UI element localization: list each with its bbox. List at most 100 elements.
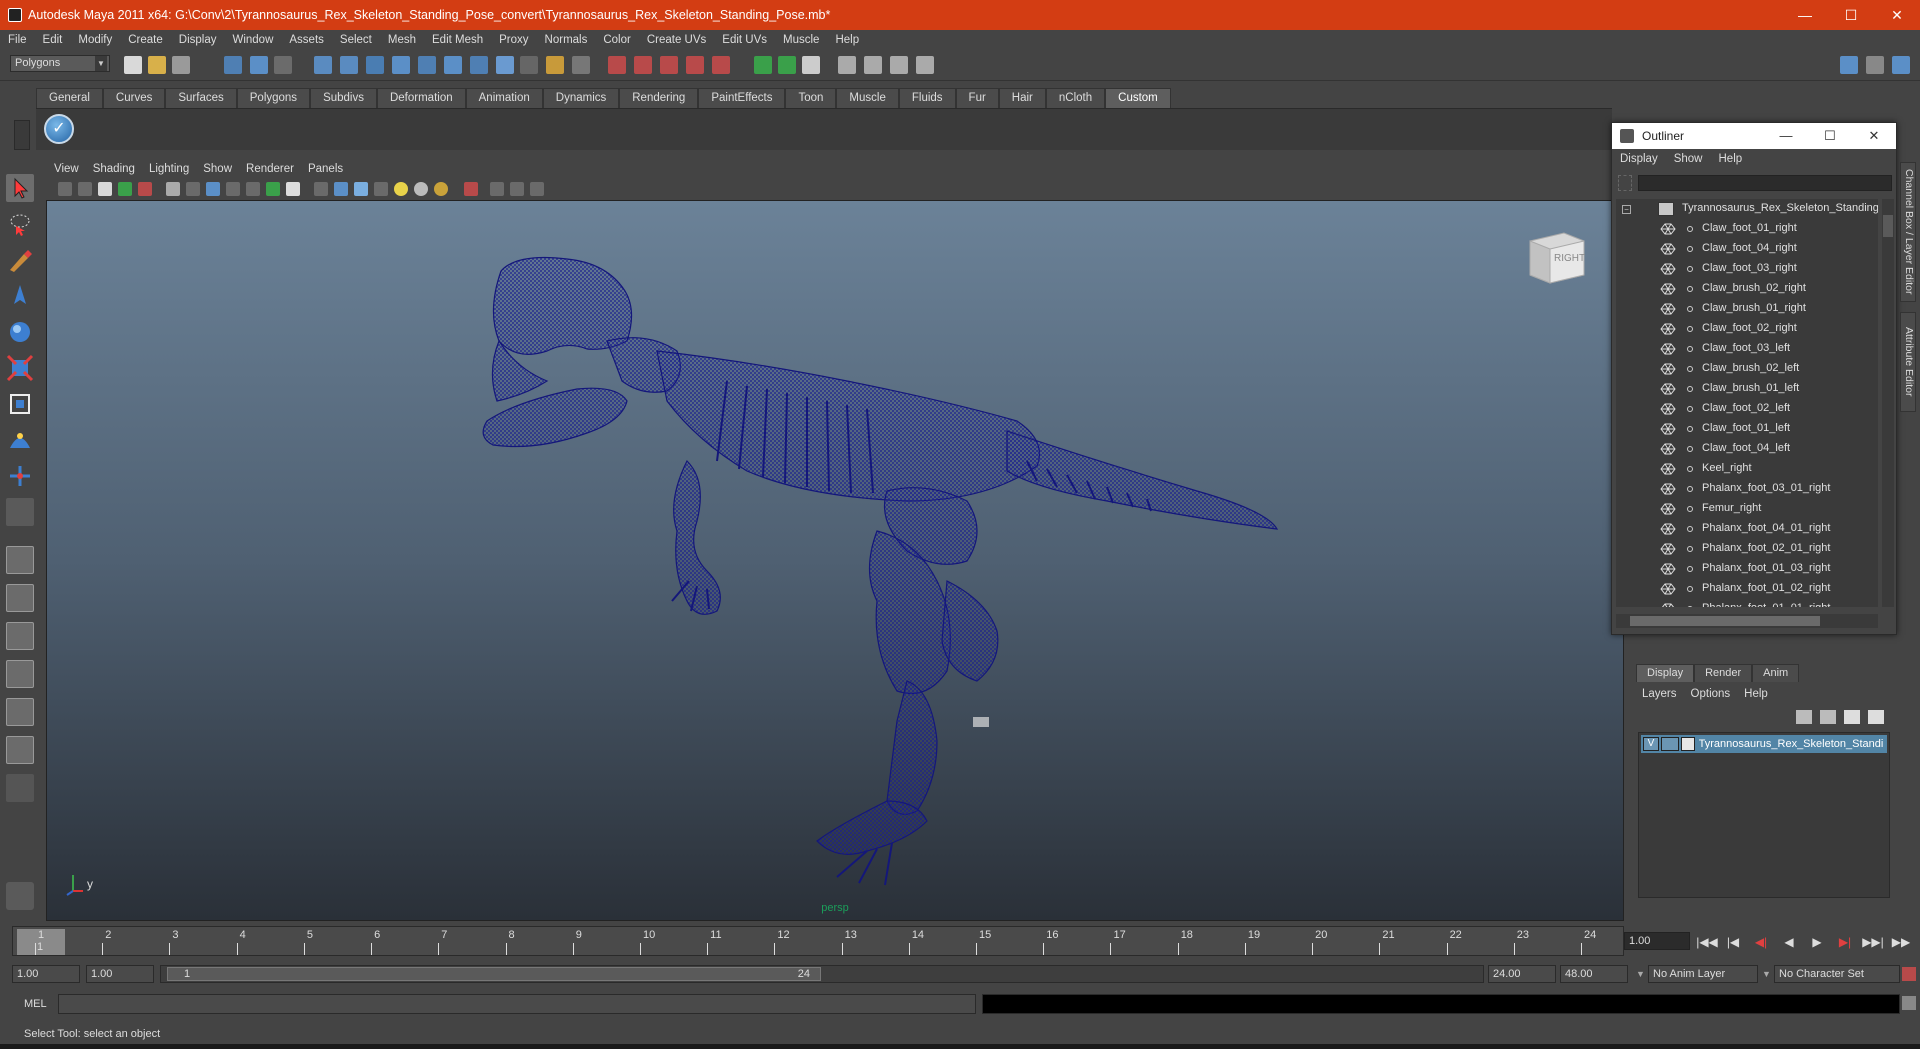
outliner-item[interactable]: Keel_right — [1616, 459, 1878, 479]
persp-graph-layout-icon[interactable] — [6, 660, 34, 688]
outliner-menu-display[interactable]: Display — [1620, 153, 1658, 165]
select-component-icon[interactable] — [274, 56, 292, 74]
xray-components-icon[interactable] — [530, 182, 544, 196]
menu-create[interactable]: Create — [128, 34, 163, 46]
show-manipulator-icon[interactable] — [6, 462, 34, 490]
outliner-search-input[interactable] — [1638, 175, 1892, 191]
anim-layer-dropdown[interactable]: No Anim Layer — [1648, 965, 1758, 983]
panel-menu-renderer[interactable]: Renderer — [246, 163, 294, 175]
script-editor-icon[interactable] — [1902, 996, 1916, 1010]
new-layer-selected-icon[interactable] — [1868, 710, 1884, 724]
outliner-item[interactable]: Claw_foot_01_left — [1616, 419, 1878, 439]
snap-grid-icon[interactable] — [608, 56, 626, 74]
outliner-item[interactable]: Phalanx_foot_01_02_right — [1616, 579, 1878, 599]
outliner-item[interactable]: Femur_right — [1616, 499, 1878, 519]
outliner-item[interactable]: Phalanx_foot_01_03_right — [1616, 559, 1878, 579]
new-layer-icon[interactable] — [1844, 710, 1860, 724]
panel-menu-shading[interactable]: Shading — [93, 163, 135, 175]
play-backwards-button[interactable]: ◀ — [1778, 932, 1800, 952]
safe-action-icon[interactable] — [266, 182, 280, 196]
shelf-tab-rendering[interactable]: Rendering — [619, 88, 699, 108]
deform-mask-icon[interactable] — [418, 56, 436, 74]
render-settings-icon[interactable] — [916, 56, 934, 74]
menu-create-uvs[interactable]: Create UVs — [647, 34, 706, 46]
toggle-attribute-editor-icon[interactable] — [1840, 56, 1858, 74]
outliner-item[interactable]: Phalanx_foot_01_01_right — [1616, 599, 1878, 607]
menu-file[interactable]: File — [8, 34, 27, 46]
outliner-item[interactable]: Claw_foot_02_left — [1616, 399, 1878, 419]
outliner-item[interactable]: Claw_foot_04_left — [1616, 439, 1878, 459]
menu-muscle[interactable]: Muscle — [783, 34, 819, 46]
layer-visibility-toggle[interactable]: V — [1643, 737, 1659, 751]
viewcube[interactable]: RIGHT — [1524, 223, 1588, 287]
play-forwards-button[interactable]: ▶ — [1806, 932, 1828, 952]
maximize-button[interactable]: ☐ — [1828, 0, 1874, 30]
shelf-tab-polygons[interactable]: Polygons — [236, 88, 311, 108]
menu-window[interactable]: Window — [232, 34, 273, 46]
shelf-tab-deformation[interactable]: Deformation — [376, 88, 466, 108]
step-back-frame-button[interactable]: ◀| — [1750, 932, 1772, 952]
grid-icon[interactable] — [166, 182, 180, 196]
textured-icon[interactable] — [374, 182, 388, 196]
rendering-mask-icon[interactable] — [470, 56, 488, 74]
single-perspective-layout-icon[interactable] — [6, 546, 34, 574]
menu-edit[interactable]: Edit — [43, 34, 63, 46]
layer-color-swatch[interactable] — [1680, 737, 1695, 751]
mel-command-input[interactable] — [58, 994, 976, 1014]
snap-curve-icon[interactable] — [634, 56, 652, 74]
move-layer-down-icon[interactable] — [1820, 710, 1836, 724]
perspective-viewport[interactable]: y RIGHT persp — [46, 200, 1624, 921]
snap-view-plane-icon[interactable] — [686, 56, 704, 74]
shelf-tab-general[interactable]: General — [36, 88, 103, 108]
outliner-item[interactable]: Claw_brush_02_right — [1616, 279, 1878, 299]
lock-selection-icon[interactable] — [546, 56, 564, 74]
layer-menu-options[interactable]: Options — [1691, 688, 1731, 700]
outliner-maximize-button[interactable]: ☐ — [1808, 123, 1852, 149]
layer-tab-display[interactable]: Display — [1636, 664, 1695, 682]
shelf-tab-muscle[interactable]: Muscle — [836, 88, 899, 108]
camera-attributes-icon[interactable] — [78, 182, 92, 196]
safe-title-icon[interactable] — [286, 182, 300, 196]
chevron-down-icon[interactable]: ▼ — [1636, 969, 1645, 979]
surface-mask-icon[interactable] — [392, 56, 410, 74]
wireframe-icon[interactable] — [314, 182, 328, 196]
shelf-options-icon[interactable] — [14, 120, 30, 150]
four-view-layout-icon[interactable] — [6, 584, 34, 612]
menu-proxy[interactable]: Proxy — [499, 34, 528, 46]
handle-mask-icon[interactable] — [314, 56, 332, 74]
snap-point-icon[interactable] — [660, 56, 678, 74]
menu-mesh[interactable]: Mesh — [388, 34, 416, 46]
menu-color[interactable]: Color — [603, 34, 630, 46]
outliner-item[interactable]: Claw_brush_01_left — [1616, 379, 1878, 399]
playback-end-field[interactable]: 24.00 — [1488, 965, 1556, 983]
construction-history-icon[interactable] — [802, 56, 820, 74]
shelf-tab-custom[interactable]: Custom — [1105, 88, 1171, 108]
image-plane-icon[interactable] — [118, 182, 132, 196]
ipr-render-icon[interactable] — [890, 56, 908, 74]
panel-menu-panels[interactable]: Panels — [308, 163, 343, 175]
gate-mask-icon[interactable] — [226, 182, 240, 196]
save-scene-icon[interactable] — [172, 56, 190, 74]
select-tool-icon[interactable] — [6, 174, 34, 202]
scroll-thumb[interactable] — [1883, 215, 1893, 237]
new-scene-icon[interactable] — [124, 56, 142, 74]
hypershade-layout-icon[interactable] — [6, 698, 34, 726]
move-layer-up-icon[interactable] — [1796, 710, 1812, 724]
close-button[interactable]: ✕ — [1874, 0, 1920, 30]
animation-start-field[interactable]: 1.00 — [12, 965, 80, 983]
panel-menu-view[interactable]: View — [54, 163, 79, 175]
shelf-tab-curves[interactable]: Curves — [102, 88, 166, 108]
more-layouts-icon[interactable] — [6, 774, 34, 802]
menu-select[interactable]: Select — [340, 34, 372, 46]
joint-mask-icon[interactable] — [340, 56, 358, 74]
2d-pan-zoom-icon[interactable] — [138, 182, 152, 196]
high-quality-icon[interactable] — [434, 182, 448, 196]
layer-tab-render[interactable]: Render — [1694, 664, 1753, 682]
shelf-tab-toon[interactable]: Toon — [785, 88, 837, 108]
time-slider[interactable]: 1 1 2 3 4 5 6 7 8 9 10 11 12 13 14 15 16 17 18 19 20 21 22 23 2… — [12, 926, 1624, 956]
shelf-tab-dynamics[interactable]: Dynamics — [542, 88, 620, 108]
shelf-tab-hair[interactable]: Hair — [998, 88, 1046, 108]
curve-mask-icon[interactable] — [366, 56, 384, 74]
layer-menu-help[interactable]: Help — [1744, 688, 1768, 700]
resolution-gate-icon[interactable] — [206, 182, 220, 196]
